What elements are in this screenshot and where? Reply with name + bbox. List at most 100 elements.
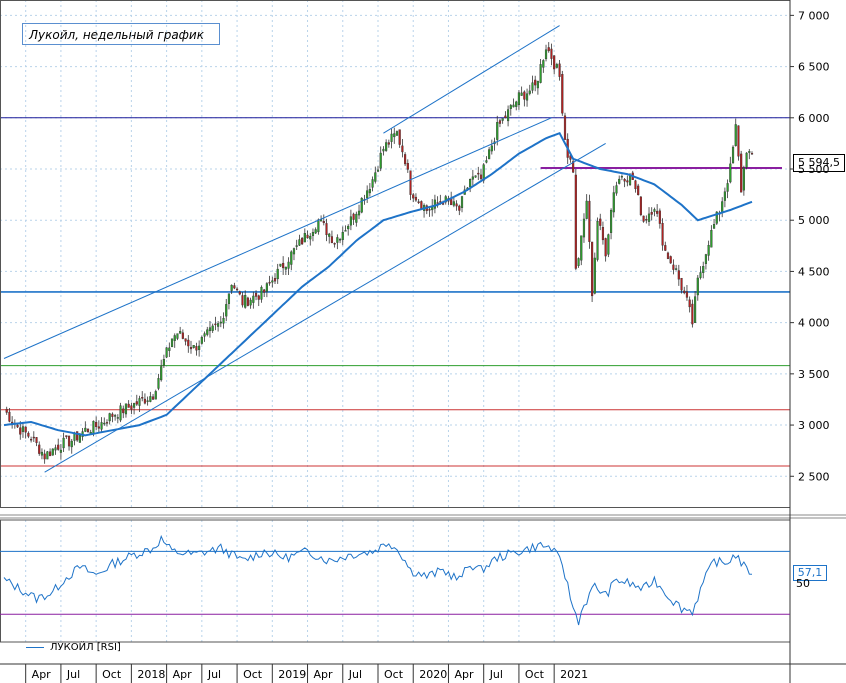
candle-body bbox=[195, 346, 198, 351]
candle-body bbox=[387, 142, 390, 145]
candle-body bbox=[5, 408, 8, 413]
candle-body bbox=[485, 160, 488, 163]
candle-body bbox=[420, 201, 423, 210]
y-tick-label: 5 000 bbox=[798, 214, 830, 227]
candle-body bbox=[111, 413, 114, 417]
candle-body bbox=[103, 422, 106, 425]
candle-body bbox=[498, 120, 502, 124]
x-tick-label: 2018 bbox=[137, 668, 165, 681]
candle-body bbox=[287, 261, 290, 269]
candle-body bbox=[176, 333, 179, 339]
candle-body bbox=[366, 190, 369, 199]
candle-body bbox=[32, 436, 35, 439]
candle-body bbox=[271, 280, 274, 283]
price-pane-frame bbox=[0, 0, 791, 508]
candle-body bbox=[672, 264, 675, 270]
candle-body bbox=[740, 153, 743, 193]
y-tick-label: 6 000 bbox=[798, 112, 830, 125]
candle-body bbox=[707, 244, 710, 256]
candle-body bbox=[314, 229, 317, 234]
candle-body bbox=[688, 299, 691, 308]
candle-body bbox=[729, 163, 732, 183]
candle-body bbox=[168, 347, 171, 351]
candle-body bbox=[130, 405, 133, 410]
price-chart[interactable]: 7 000 6 500 6 000 5 500 5 000 4 500 4 000 3 500… bbox=[0, 0, 846, 683]
candle-body bbox=[712, 224, 716, 229]
candle-body bbox=[604, 238, 607, 257]
x-tick-label: Apr bbox=[454, 668, 474, 681]
candle-body bbox=[404, 154, 407, 165]
rsi-tick-label: 50 bbox=[796, 577, 810, 590]
candle-body bbox=[661, 223, 664, 246]
candle-body bbox=[100, 422, 103, 430]
candle-body bbox=[460, 196, 464, 208]
candle-body bbox=[8, 411, 11, 422]
candle-body bbox=[333, 243, 336, 245]
candle-body bbox=[48, 451, 52, 457]
candle-body bbox=[393, 133, 396, 138]
candle-body bbox=[122, 408, 125, 414]
candle-body bbox=[721, 201, 724, 212]
candle-body bbox=[235, 288, 239, 291]
candle-body bbox=[306, 234, 309, 239]
candle-body bbox=[577, 258, 580, 266]
candle-body bbox=[642, 215, 645, 222]
candle-body bbox=[628, 174, 632, 185]
candle-body bbox=[512, 104, 515, 108]
candle-body bbox=[328, 233, 331, 237]
candle-body bbox=[265, 283, 268, 292]
candle-body bbox=[647, 213, 651, 222]
candle-body bbox=[292, 248, 296, 255]
candle-body bbox=[35, 437, 38, 443]
candle-body bbox=[458, 205, 461, 211]
candle-body bbox=[298, 239, 301, 246]
candle-body bbox=[114, 415, 117, 417]
candle-body bbox=[268, 281, 271, 284]
candle-body bbox=[710, 230, 713, 248]
candle-body bbox=[501, 118, 504, 121]
candle-body bbox=[531, 82, 534, 91]
candle-body bbox=[322, 221, 325, 224]
candle-body bbox=[311, 231, 315, 237]
candle-body bbox=[677, 270, 680, 280]
y-tick-label: 4 000 bbox=[798, 317, 830, 330]
candle-body bbox=[479, 174, 483, 179]
candle-body bbox=[160, 366, 163, 381]
candle-body bbox=[133, 403, 136, 408]
candle-body bbox=[184, 338, 187, 342]
candle-body bbox=[143, 398, 147, 404]
candle-body bbox=[615, 185, 618, 194]
candle-body bbox=[658, 210, 661, 224]
candle-body bbox=[504, 115, 507, 119]
candle-body bbox=[179, 331, 182, 334]
candle-body bbox=[650, 212, 653, 215]
candle-body bbox=[200, 337, 203, 344]
candle-body bbox=[515, 101, 518, 107]
candle-body bbox=[187, 339, 190, 347]
candle-body bbox=[609, 209, 613, 233]
candle-body bbox=[230, 284, 233, 291]
candle-body bbox=[214, 323, 217, 326]
candle-body bbox=[669, 256, 672, 264]
trend-channel-line bbox=[44, 142, 606, 473]
candle-body bbox=[555, 64, 558, 68]
candle-body bbox=[656, 210, 659, 214]
candle-body bbox=[86, 428, 90, 433]
candle-body bbox=[395, 131, 399, 136]
candle-body bbox=[189, 347, 193, 350]
candle-body bbox=[496, 122, 499, 140]
candle-body bbox=[349, 216, 352, 226]
candle-body bbox=[290, 251, 293, 265]
candle-body bbox=[563, 115, 567, 140]
candle-body bbox=[379, 152, 382, 169]
candle-body bbox=[246, 297, 249, 306]
candle-body bbox=[580, 235, 583, 261]
candle-body bbox=[241, 295, 244, 306]
candle-body bbox=[301, 237, 304, 245]
x-tick-label: Oct bbox=[243, 668, 263, 681]
candle-body bbox=[601, 227, 605, 241]
candle-body bbox=[260, 286, 263, 300]
candle-body bbox=[227, 293, 231, 304]
candle-body bbox=[523, 91, 526, 100]
candle-body bbox=[62, 437, 65, 449]
